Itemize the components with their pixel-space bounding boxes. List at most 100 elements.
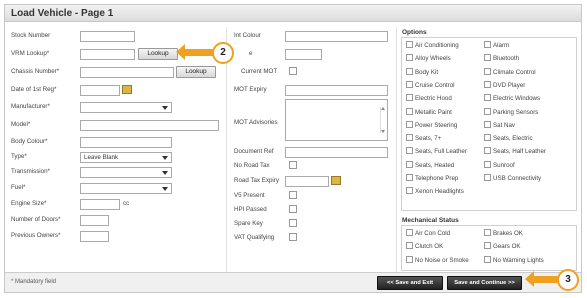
hpi-passed-checkbox[interactable] — [289, 205, 297, 213]
checkbox-icon[interactable] — [484, 80, 491, 88]
date-first-reg-input[interactable] — [80, 85, 120, 96]
checkbox-icon[interactable] — [406, 160, 413, 168]
previous-owners-input[interactable] — [80, 231, 109, 242]
option-checkbox-item[interactable]: Metallic Paint — [406, 107, 452, 116]
checkbox-icon[interactable] — [484, 67, 491, 75]
type-select[interactable]: Leave Blank — [80, 152, 172, 163]
option-checkbox-item[interactable]: DVD Player — [484, 80, 525, 89]
checkbox-icon[interactable] — [406, 242, 413, 250]
checkbox-icon[interactable] — [406, 67, 413, 75]
chassis-number-input[interactable] — [80, 67, 174, 78]
no-road-tax-checkbox[interactable] — [289, 161, 297, 169]
option-checkbox-item[interactable]: Air Conditioning — [406, 41, 459, 49]
mot-advisories-textarea[interactable] — [285, 99, 388, 141]
type-label: Type* — [11, 153, 27, 160]
checkbox-icon[interactable] — [484, 54, 491, 62]
checkbox-icon[interactable] — [406, 120, 413, 128]
mechanical-checkbox-item[interactable]: Brakes OK — [484, 229, 523, 237]
transmission-select[interactable] — [80, 167, 172, 178]
save-and-exit-button[interactable]: << Save and Exit — [377, 276, 443, 290]
mot-expiry-input[interactable] — [285, 85, 388, 96]
mechanical-checkbox-item[interactable]: No Noise or Smoke — [406, 255, 469, 264]
option-checkbox-item[interactable]: Power Steering — [406, 120, 457, 129]
column-divider — [226, 27, 227, 275]
checkbox-icon[interactable] — [406, 147, 413, 155]
number-of-doors-input[interactable] — [80, 215, 109, 226]
footer-bar: * Mandatory field << Save and Exit Save … — [5, 272, 581, 292]
checkbox-icon[interactable] — [406, 255, 413, 263]
int-colour-input[interactable] — [285, 31, 388, 42]
textarea-scrollbar[interactable] — [380, 107, 385, 133]
checkbox-icon[interactable] — [406, 54, 413, 62]
calendar-icon[interactable] — [122, 85, 132, 94]
option-checkbox-item[interactable]: Seats, Full Leather — [406, 147, 467, 155]
column-divider — [396, 27, 397, 275]
option-checkbox-item[interactable]: Telephone Prep — [406, 174, 458, 182]
vrm-lookup-input[interactable] — [80, 49, 135, 60]
mileage-input[interactable] — [285, 49, 322, 60]
option-checkbox-item[interactable]: Bluetooth — [484, 54, 519, 62]
option-checkbox-item[interactable]: Seats, Heated — [406, 160, 454, 169]
engine-size-input[interactable] — [80, 199, 120, 210]
option-label: Seats, Half Leather — [493, 148, 546, 156]
checkbox-icon[interactable] — [484, 134, 491, 142]
checkbox-icon[interactable] — [484, 160, 491, 168]
checkbox-icon[interactable] — [406, 80, 413, 88]
mechanical-heading: Mechanical Status — [402, 217, 459, 224]
checkbox-icon[interactable] — [484, 41, 491, 48]
mechanical-checkbox-item[interactable]: No Warning Lights — [484, 255, 544, 264]
checkbox-icon[interactable] — [484, 229, 491, 236]
checkbox-icon[interactable] — [484, 120, 491, 128]
mechanical-checkbox-item[interactable]: Air Con Cold — [406, 229, 450, 237]
option-checkbox-item[interactable]: Electric Hood — [406, 94, 452, 102]
option-checkbox-item[interactable]: Xenon Headlights — [406, 187, 464, 195]
option-checkbox-item[interactable]: Alloy Wheels — [406, 54, 451, 62]
mechanical-checkbox-item[interactable]: Clutch OK — [406, 242, 443, 250]
checkbox-icon[interactable] — [484, 107, 491, 115]
option-label: Alloy Wheels — [415, 55, 451, 63]
road-tax-expiry-input[interactable] — [285, 176, 329, 187]
checkbox-icon[interactable] — [406, 134, 413, 142]
current-mot-checkbox[interactable] — [289, 67, 297, 75]
chassis-number-label: Chassis Number* — [11, 68, 60, 75]
model-input[interactable] — [80, 120, 219, 131]
checkbox-icon[interactable] — [484, 174, 491, 181]
checkbox-icon[interactable] — [406, 107, 413, 115]
option-checkbox-item[interactable]: Sunroof — [484, 160, 515, 169]
chassis-lookup-button[interactable]: Lookup — [176, 66, 216, 78]
save-and-continue-button[interactable]: Save and Continue >> — [447, 276, 522, 290]
option-checkbox-item[interactable]: Sat Nav — [484, 120, 515, 129]
checkbox-icon[interactable] — [406, 187, 413, 195]
option-checkbox-item[interactable]: Parking Sensors — [484, 107, 538, 116]
vrm-lookup-button[interactable]: Lookup — [138, 48, 178, 60]
option-checkbox-item[interactable]: Seats, Electric — [484, 134, 533, 142]
stock-number-input[interactable] — [80, 31, 135, 42]
checkbox-icon[interactable] — [484, 255, 491, 263]
option-checkbox-item[interactable]: Electric Windows — [484, 94, 540, 102]
option-checkbox-item[interactable]: Seats, Half Leather — [484, 147, 546, 155]
checkbox-icon[interactable] — [484, 242, 491, 250]
option-checkbox-item[interactable]: Cruise Control — [406, 80, 455, 89]
v5-present-checkbox[interactable] — [289, 191, 297, 199]
option-checkbox-item[interactable]: Body Kit — [406, 67, 438, 76]
mechanical-checkbox-item[interactable]: Gears OK — [484, 242, 521, 250]
checkbox-icon[interactable] — [484, 94, 491, 102]
model-label: Model* — [11, 121, 31, 128]
document-ref-input[interactable] — [285, 147, 388, 158]
checkbox-icon[interactable] — [406, 41, 413, 48]
checkbox-icon[interactable] — [406, 94, 413, 102]
vrm-lookup-label: VRM Lookup* — [11, 50, 50, 57]
spare-key-checkbox[interactable] — [289, 219, 297, 227]
checkbox-icon[interactable] — [406, 174, 413, 181]
checkbox-icon[interactable] — [484, 147, 491, 155]
option-checkbox-item[interactable]: USB Connectivity — [484, 174, 541, 182]
calendar-icon[interactable] — [331, 176, 341, 185]
option-checkbox-item[interactable]: Alarm — [484, 41, 509, 49]
body-colour-input[interactable] — [80, 137, 172, 148]
checkbox-icon[interactable] — [406, 229, 413, 236]
manufacturer-select[interactable] — [80, 102, 172, 113]
option-checkbox-item[interactable]: Climate Control — [484, 67, 536, 76]
vat-qualifying-checkbox[interactable] — [289, 233, 297, 241]
fuel-select[interactable] — [80, 183, 172, 194]
option-checkbox-item[interactable]: Seats, 7+ — [406, 134, 441, 142]
